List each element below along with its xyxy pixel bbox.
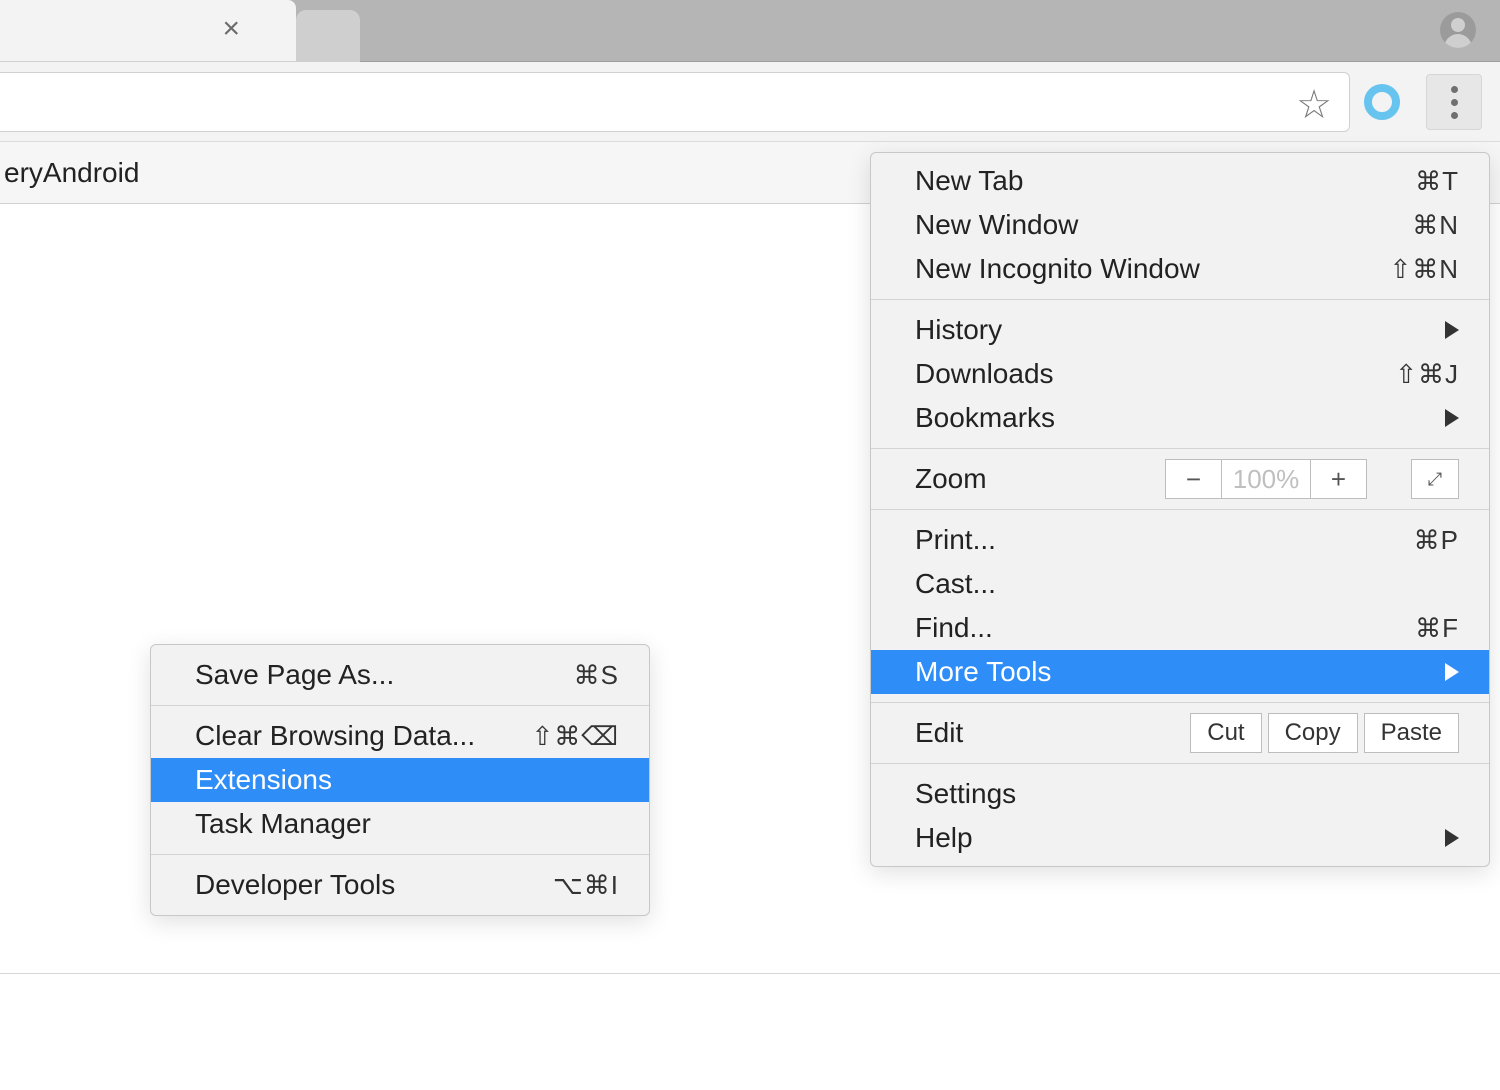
submenu-item-clear-data[interactable]: Clear Browsing Data... ⇧⌘⌫ xyxy=(151,714,649,758)
menu-separator xyxy=(871,448,1489,449)
menu-label: Cast... xyxy=(915,568,996,600)
menu-item-zoom: Zoom − 100% + ⤢ xyxy=(871,457,1489,501)
zoom-out-button[interactable]: − xyxy=(1165,459,1221,499)
extension-icon[interactable] xyxy=(1364,84,1400,120)
menu-item-cast[interactable]: Cast... xyxy=(871,562,1489,606)
zoom-in-button[interactable]: + xyxy=(1311,459,1367,499)
zoom-value: 100% xyxy=(1221,459,1311,499)
submenu-item-save-page[interactable]: Save Page As... ⌘S xyxy=(151,653,649,697)
address-bar[interactable] xyxy=(0,72,1350,132)
main-menu: New Tab ⌘T New Window ⌘N New Incognito W… xyxy=(870,152,1490,867)
submenu-arrow-icon xyxy=(1445,321,1459,339)
menu-label: Clear Browsing Data... xyxy=(195,720,475,752)
menu-separator xyxy=(871,509,1489,510)
browser-titlebar: × xyxy=(0,0,1500,62)
menu-shortcut: ⇧⌘J xyxy=(1395,359,1459,390)
menu-item-downloads[interactable]: Downloads ⇧⌘J xyxy=(871,352,1489,396)
submenu-arrow-icon xyxy=(1445,409,1459,427)
menu-label: More Tools xyxy=(915,656,1051,688)
menu-label: History xyxy=(915,314,1002,346)
menu-label: Downloads xyxy=(915,358,1054,390)
menu-label: New Tab xyxy=(915,165,1023,197)
browser-toolbar: ☆ xyxy=(0,62,1500,142)
menu-separator xyxy=(871,763,1489,764)
cut-button[interactable]: Cut xyxy=(1190,713,1261,753)
menu-label: Print... xyxy=(915,524,996,556)
menu-shortcut: ⌥⌘I xyxy=(553,870,619,901)
submenu-arrow-icon xyxy=(1445,663,1459,681)
menu-shortcut: ⌘F xyxy=(1415,613,1459,644)
menu-item-more-tools[interactable]: More Tools xyxy=(871,650,1489,694)
more-tools-submenu: Save Page As... ⌘S Clear Browsing Data..… xyxy=(150,644,650,916)
menu-label: Find... xyxy=(915,612,993,644)
menu-shortcut: ⌘N xyxy=(1412,210,1459,241)
menu-shortcut: ⌘S xyxy=(574,660,619,691)
menu-separator xyxy=(151,705,649,706)
copy-button[interactable]: Copy xyxy=(1268,713,1358,753)
menu-label: New Incognito Window xyxy=(915,253,1200,285)
profile-avatar-icon[interactable] xyxy=(1440,12,1476,48)
menu-item-bookmarks[interactable]: Bookmarks xyxy=(871,396,1489,440)
menu-shortcut: ⇧⌘N xyxy=(1389,254,1459,285)
bookmark-star-icon[interactable]: ☆ xyxy=(1296,82,1332,128)
submenu-item-developer-tools[interactable]: Developer Tools ⌥⌘I xyxy=(151,863,649,907)
menu-item-history[interactable]: History xyxy=(871,308,1489,352)
page-header-text: eryAndroid xyxy=(4,157,139,189)
menu-item-new-incognito[interactable]: New Incognito Window ⇧⌘N xyxy=(871,247,1489,291)
menu-item-edit: Edit Cut Copy Paste xyxy=(871,711,1489,755)
menu-shortcut: ⌘T xyxy=(1415,166,1459,197)
new-tab-button[interactable] xyxy=(296,10,360,62)
menu-label: Bookmarks xyxy=(915,402,1055,434)
close-tab-icon[interactable]: × xyxy=(222,12,240,46)
submenu-arrow-icon xyxy=(1445,829,1459,847)
menu-shortcut: ⇧⌘⌫ xyxy=(531,721,619,752)
menu-label: New Window xyxy=(915,209,1078,241)
menu-label: Developer Tools xyxy=(195,869,395,901)
submenu-item-task-manager[interactable]: Task Manager xyxy=(151,802,649,846)
menu-separator xyxy=(871,702,1489,703)
menu-separator xyxy=(871,299,1489,300)
browser-tab[interactable]: × xyxy=(0,0,296,62)
main-menu-button[interactable] xyxy=(1426,74,1482,130)
menu-label: Settings xyxy=(915,778,1016,810)
menu-shortcut: ⌘P xyxy=(1414,525,1459,556)
paste-button[interactable]: Paste xyxy=(1364,713,1459,753)
edit-controls: Cut Copy Paste xyxy=(1190,713,1459,753)
menu-item-find[interactable]: Find... ⌘F xyxy=(871,606,1489,650)
submenu-item-extensions[interactable]: Extensions xyxy=(151,758,649,802)
menu-label: Save Page As... xyxy=(195,659,394,691)
menu-item-settings[interactable]: Settings xyxy=(871,772,1489,816)
menu-item-new-tab[interactable]: New Tab ⌘T xyxy=(871,159,1489,203)
menu-item-new-window[interactable]: New Window ⌘N xyxy=(871,203,1489,247)
zoom-controls: − 100% + ⤢ xyxy=(1165,459,1459,499)
menu-label: Edit xyxy=(915,717,963,749)
menu-label: Task Manager xyxy=(195,808,371,840)
menu-label: Zoom xyxy=(915,463,987,495)
menu-label: Extensions xyxy=(195,764,332,796)
fullscreen-button[interactable]: ⤢ xyxy=(1411,459,1459,499)
menu-item-help[interactable]: Help xyxy=(871,816,1489,860)
menu-separator xyxy=(151,854,649,855)
menu-item-print[interactable]: Print... ⌘P xyxy=(871,518,1489,562)
menu-label: Help xyxy=(915,822,973,854)
